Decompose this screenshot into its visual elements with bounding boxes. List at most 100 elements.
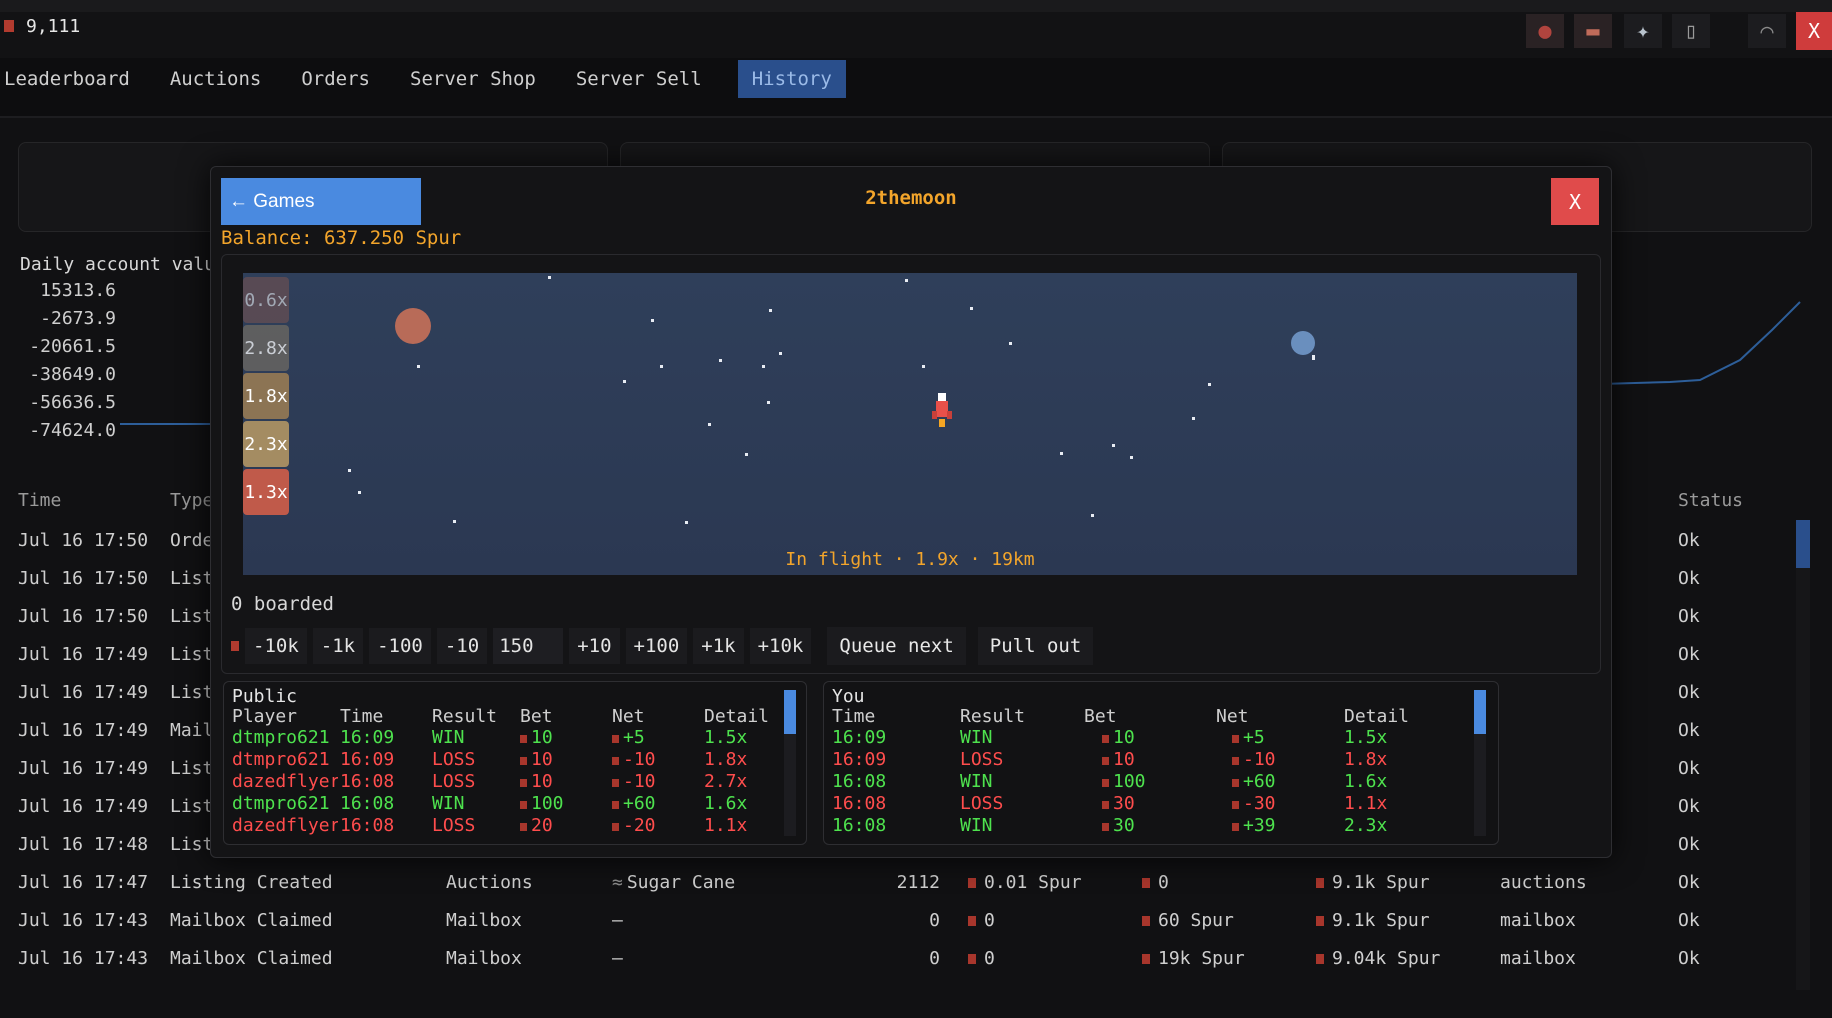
row-status: Ok [1678,834,1700,855]
row-type: Orde [170,530,214,551]
column-header-player: Player [232,706,298,727]
row-time: Jul 16 17:43 [18,948,149,969]
column-header-type[interactable]: Type [170,490,213,511]
coin-icon [520,823,527,831]
bet-plus-1k-button[interactable]: +1k [693,628,744,664]
row-net-value: +5 [623,727,645,748]
star [970,307,973,310]
bet-plus-10k-button[interactable]: +10k [749,628,812,664]
rocket-icon [932,393,952,427]
tab-auctions[interactable]: Auctions [166,60,280,98]
bet-plus-10-button[interactable]: +10 [569,628,620,664]
row-bet: 20 [520,815,553,836]
row-quantity: 2112 [896,872,940,893]
public-history-scroll-track[interactable] [784,690,796,836]
game-title: 2themoon [865,187,957,209]
tab-server-shop[interactable]: Server Shop [406,60,554,98]
row-bet: 10 [520,749,553,770]
row-status: Ok [1678,948,1700,969]
coin-icon [1102,757,1109,765]
my-history-panel: You Time Result Bet Net Detail 16:09 WIN 1… [823,681,1499,845]
multiplier-chip: 1.8x [243,373,289,419]
row-result: LOSS [432,749,476,770]
pull-out-button[interactable]: Pull out [977,627,1094,665]
modal-close-button[interactable]: X [1551,178,1599,225]
compass-icon[interactable]: ✦ [1624,14,1662,48]
game-balance: Balance: 637.250 Spur [221,227,462,249]
my-history-scroll-track[interactable] [1474,690,1486,836]
history-scrollbar-thumb[interactable] [1796,520,1810,568]
row-price: 0.01 Spur [968,872,1082,893]
table-row[interactable]: Jul 16 17:47 Listing Created Auctions ≈ Suga… [0,866,1795,904]
chart-title: Daily account value [20,254,226,275]
row-detail: 1.1x [1344,793,1388,814]
bet-minus-10k-button[interactable]: -10k [245,628,307,664]
y-tick-label: -38649.0 [29,364,116,385]
row-type: Listing Created [170,872,333,893]
history-scroll-track[interactable] [1796,520,1810,990]
row-status: Ok [1678,644,1700,665]
column-header-result: Result [432,706,498,727]
row-source: Mailbox [446,948,522,969]
blue-planet [1291,331,1315,355]
table-row[interactable]: Jul 16 17:43 Mailbox Claimed Mailbox — 0 0 60 … [0,904,1795,942]
bet-minus-100-button[interactable]: -100 [369,628,431,664]
tab-orders[interactable]: Orders [297,60,388,98]
tab-leaderboard[interactable]: Leaderboard [0,60,148,98]
row-bet: 10 [520,727,553,748]
tab-server-sell[interactable]: Server Sell [572,60,720,98]
row-time: Jul 16 17:48 [18,834,149,855]
bet-plus-100-button[interactable]: +100 [625,628,688,664]
row-balance-value: 9.1k Spur [1332,910,1430,931]
row-bet-value: 10 [1113,749,1135,770]
row-bet-value: 20 [531,815,553,836]
row-bet: 100 [520,793,564,814]
table-row[interactable]: Jul 16 17:43 Mailbox Claimed Mailbox — 0 0 19k… [0,942,1795,980]
row-quantity: 0 [929,910,940,931]
coin-icon [520,735,527,743]
row-time: 16:08 [340,815,395,836]
column-header-status[interactable]: Status [1678,490,1743,511]
star [922,365,925,368]
row-result: LOSS [960,749,1004,770]
row-result: LOSS [960,793,1004,814]
row-net-value: -10 [623,749,656,770]
flight-status: In flight · 1.9x · 19km [785,549,1035,570]
row-bet-value: 10 [531,727,553,748]
row-bet: 30 [1102,793,1135,814]
bet-minus-1k-button[interactable]: -1k [312,628,364,664]
queue-next-button[interactable]: Queue next [827,627,966,665]
close-window-button[interactable]: X [1796,12,1832,50]
bet-amount-input[interactable] [493,628,564,664]
public-history-scrollbar-thumb[interactable] [784,690,796,734]
row-net: +60 [1232,771,1276,792]
row-amount: 60 Spur [1142,910,1234,931]
tab-history[interactable]: History [737,60,846,98]
brick-icon[interactable]: ▬ [1574,14,1612,48]
bet-minus-10-button[interactable]: -10 [436,628,488,664]
coin-icon [1142,916,1150,926]
star [708,423,711,426]
star [779,352,782,355]
history-row: 16:08 LOSS 30 -30 1.1x [832,793,1472,815]
star [1060,452,1063,455]
my-history-scrollbar-thumb[interactable] [1474,690,1486,734]
star [1312,357,1315,360]
coin-icon [1102,801,1109,809]
star [1112,444,1115,447]
row-player: dtmpro621 [232,749,330,770]
row-price: 0 [968,948,995,969]
column-header-time[interactable]: Time [18,490,61,511]
jar-icon[interactable]: ▯ [1672,14,1710,48]
star [762,365,765,368]
coin-icon [520,757,527,765]
row-time: 16:08 [832,815,887,836]
fish-icon[interactable]: ● [1526,14,1564,48]
coin-icon [968,878,976,888]
row-bet-value: 100 [531,793,564,814]
row-status: Ok [1678,758,1700,779]
row-bet-value: 10 [531,771,553,792]
row-time: 16:09 [340,749,395,770]
row-time: Jul 16 17:49 [18,796,149,817]
boot-icon[interactable]: ⌒ [1748,14,1786,48]
